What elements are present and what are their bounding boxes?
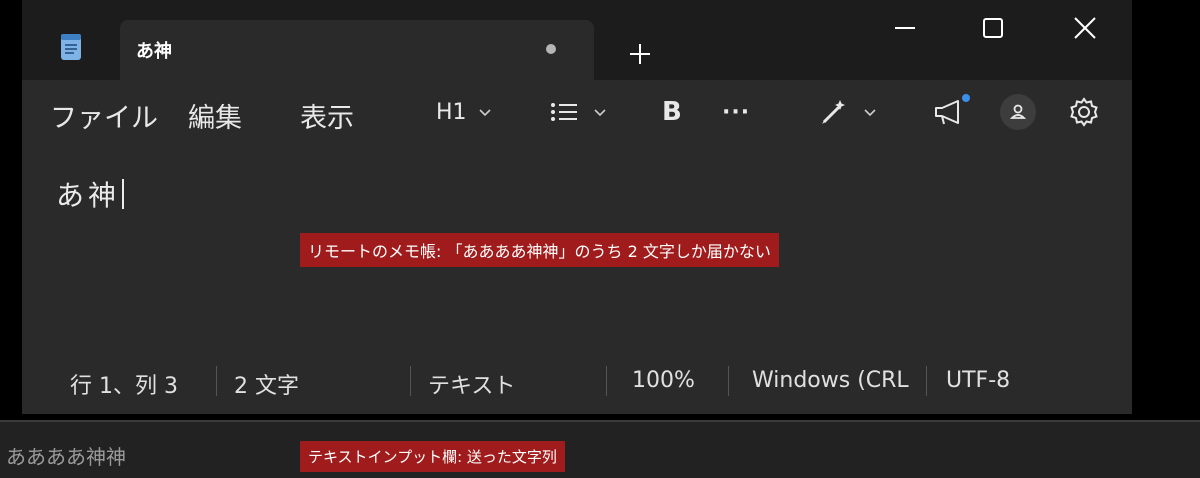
heading-dropdown[interactable]: H1 (436, 92, 491, 132)
list-dropdown[interactable] (550, 92, 606, 132)
settings-button[interactable] (1068, 92, 1100, 132)
annotation-input: テキストインプット欄: 送った文字列 (300, 441, 565, 472)
megaphone-icon (935, 94, 970, 125)
copilot-dropdown[interactable] (818, 92, 876, 132)
editor-text: あ神 (56, 179, 121, 212)
notification-dot (962, 94, 970, 102)
status-encoding[interactable]: UTF-8 (946, 368, 1010, 393)
maximize-icon (983, 18, 1003, 38)
status-divider (606, 366, 607, 396)
menu-file[interactable]: ファイル (50, 96, 158, 135)
status-divider (728, 366, 729, 396)
minimize-icon (895, 27, 915, 29)
chevron-down-icon (594, 109, 606, 117)
status-line-ending[interactable]: Windows (CRL (752, 368, 909, 393)
status-bar: 行 1、列 3 2 文字 テキスト 100% Windows (CRL UTF-… (22, 348, 1132, 414)
more-icon: ··· (722, 99, 751, 125)
text-input-bar (0, 420, 1200, 478)
menu-edit[interactable]: 編集 (188, 96, 242, 135)
text-caret (122, 179, 125, 209)
minimize-button[interactable] (880, 8, 930, 48)
plus-icon (630, 44, 650, 64)
status-divider (926, 366, 927, 396)
account-button[interactable] (1000, 92, 1036, 132)
status-mode[interactable]: テキスト (428, 368, 515, 400)
status-position: 行 1、列 3 (70, 374, 178, 399)
document-tab[interactable]: あ神 (120, 20, 594, 80)
notepad-window: あ神 ファイル 編集 表示 H1 B ··· あ神 行 1、列 3 2 文字 テ… (22, 0, 1132, 414)
chevron-down-icon (478, 109, 491, 117)
status-zoom[interactable]: 100% (632, 368, 695, 393)
annotation-remote: リモートのメモ帳: 「ああああ神神」のうち 2 文字しか届かない (300, 233, 779, 267)
whats-new-button[interactable] (932, 92, 972, 132)
editor-content: あ神 (56, 174, 125, 214)
tab-title: あ神 (136, 41, 172, 62)
tab-modified-dot-icon[interactable] (546, 44, 556, 54)
bold-button[interactable]: B (662, 92, 682, 132)
chevron-down-icon (864, 109, 876, 117)
text-input[interactable] (4, 442, 1198, 468)
bold-label: B (662, 97, 682, 127)
list-icon (551, 103, 577, 121)
heading-label: H1 (436, 99, 467, 125)
menu-bar: ファイル 編集 表示 H1 B ··· (22, 80, 1132, 148)
close-button[interactable] (1060, 8, 1110, 48)
maximize-button[interactable] (968, 8, 1018, 48)
status-char-count: 2 文字 (234, 374, 299, 399)
new-tab-button[interactable] (622, 36, 658, 72)
close-icon (1074, 17, 1096, 39)
menu-view[interactable]: 表示 (300, 96, 354, 135)
account-icon (1000, 94, 1036, 130)
copilot-pen-icon (822, 100, 845, 124)
more-button[interactable]: ··· (722, 92, 750, 132)
status-divider (216, 366, 217, 396)
status-divider (410, 366, 411, 396)
gear-icon (1070, 97, 1098, 127)
notepad-icon (61, 34, 81, 60)
title-bar: あ神 (22, 0, 1132, 80)
